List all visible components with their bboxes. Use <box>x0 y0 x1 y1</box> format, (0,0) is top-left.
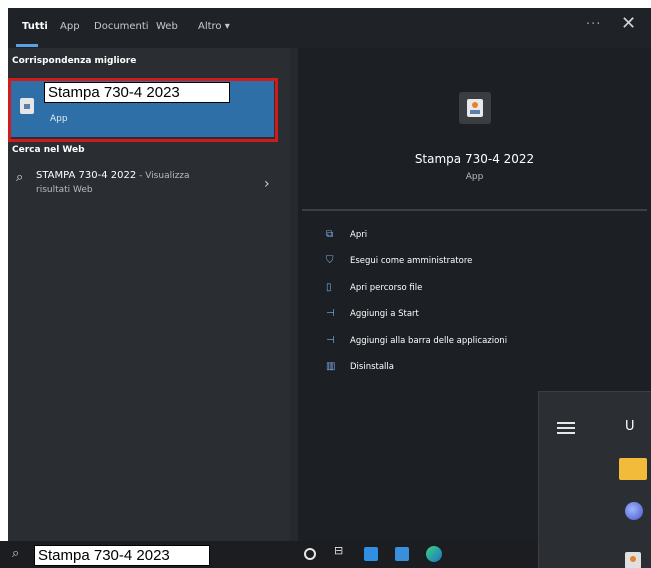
trash-icon: ▥ <box>326 361 336 372</box>
search-icon: ⌕ <box>16 170 24 185</box>
folder-icon[interactable] <box>619 458 647 480</box>
menu-icon[interactable] <box>557 422 575 434</box>
search-tabbar: Tutti App Documenti Web Altro ▾ ··· ✕ <box>8 8 651 48</box>
action-label: Aggiungi alla barra delle applicazioni <box>350 336 508 346</box>
globe-icon[interactable] <box>625 502 643 520</box>
web-result-item[interactable]: ⌕ STAMPA 730-4 2022 - Visualizza risulta… <box>8 166 290 208</box>
search-icon: ⌕ <box>12 546 20 561</box>
store-icon[interactable] <box>364 547 378 561</box>
tab-documents[interactable]: Documenti <box>94 21 149 32</box>
tab-web[interactable]: Web <box>156 21 178 32</box>
action-label: Disinstalla <box>350 362 394 372</box>
best-match-title[interactable]: Stampa 730-4 2023 <box>44 82 230 103</box>
action-label: Apri <box>350 230 368 240</box>
tab-apps[interactable]: App <box>60 21 80 32</box>
task-view-icon[interactable]: ⊟ <box>334 544 348 558</box>
web-search-header: Cerca nel Web <box>12 145 85 155</box>
close-icon[interactable]: ✕ <box>621 13 636 34</box>
best-match-type: App <box>50 114 68 124</box>
best-match-header: Corrispondenza migliore <box>12 56 137 66</box>
app-icon <box>20 98 34 114</box>
divider <box>302 209 647 211</box>
active-tab-indicator <box>16 44 38 47</box>
mail-icon[interactable] <box>395 547 409 561</box>
app-large-icon <box>459 92 491 124</box>
tab-all[interactable]: Tutti <box>22 21 48 32</box>
action-label: Apri percorso file <box>350 283 423 293</box>
pin-icon: ⊣ <box>326 335 335 346</box>
user-initial[interactable]: U <box>625 419 635 434</box>
web-result-subtitle: risultati Web <box>36 185 93 195</box>
more-options-icon[interactable]: ··· <box>586 17 601 32</box>
app-icon[interactable] <box>625 552 641 568</box>
app-glyph-icon <box>467 99 483 117</box>
admin-icon: ⛉ <box>326 255 334 266</box>
tab-more[interactable]: Altro ▾ <box>198 21 230 32</box>
detail-type: App <box>465 172 484 182</box>
web-result-title: STAMPA 730-4 2022 - Visualizza <box>36 170 190 181</box>
file-location-icon: ▯ <box>326 282 332 293</box>
detail-title: Stampa 730-4 2022 <box>414 152 535 166</box>
results-panel: Corrispondenza migliore App Cerca nel We… <box>8 48 290 541</box>
chevron-right-icon[interactable]: › <box>264 176 270 192</box>
action-label: Aggiungi a Start <box>350 309 419 319</box>
cortana-icon[interactable] <box>304 548 316 560</box>
action-label: Esegui come amministratore <box>350 256 473 266</box>
edge-icon[interactable] <box>426 546 442 562</box>
start-menu: U <box>538 391 651 568</box>
taskbar-search-input[interactable]: Stampa 730-4 2023 <box>34 545 210 566</box>
open-icon: ⧉ <box>326 229 334 240</box>
pin-icon: ⊣ <box>326 308 335 319</box>
